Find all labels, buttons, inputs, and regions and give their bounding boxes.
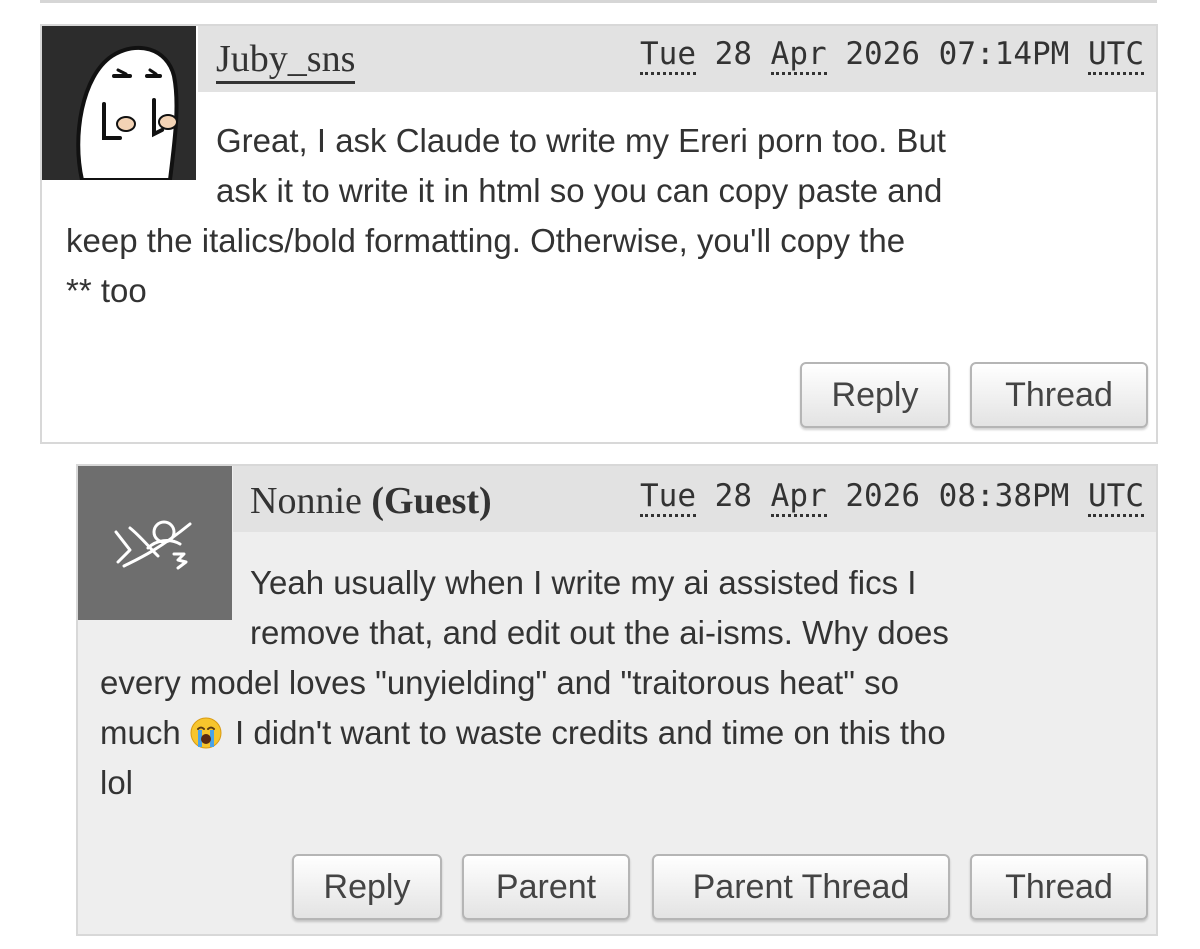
comment: Juby_sns Tue 28 Apr 2026 07:14PM UTC Gre…: [40, 24, 1158, 444]
comment: Nonnie (Guest) Tue 28 Apr 2026 08:38PM U…: [76, 464, 1158, 936]
comment-body-line: ask it to write it in html so you can co…: [216, 172, 943, 209]
comment-body: Yeah usually when I write my ai assisted…: [100, 558, 1150, 808]
timestamp-month: Apr: [770, 478, 827, 517]
comment-body-text: I didn't want to waste credits and time …: [235, 714, 946, 751]
parent-button[interactable]: Parent: [462, 854, 630, 920]
reply-button[interactable]: Reply: [292, 854, 442, 920]
timestamp-year: 2026: [845, 36, 920, 72]
timestamp-month: Apr: [770, 36, 827, 75]
timestamp-zone: UTC: [1088, 36, 1144, 75]
timestamp-day: 28: [714, 478, 752, 514]
timestamp: Tue 28 Apr 2026 07:14PM UTC: [640, 36, 1144, 75]
comment-body-line: Great, I ask Claude to write my Ereri po…: [216, 122, 946, 159]
comment-body-line: Yeah usually when I write my ai assisted…: [250, 564, 917, 601]
timestamp-weekday: Tue: [640, 36, 696, 75]
previous-comment-bottom-border: [40, 0, 1157, 3]
comment-body-line: ** too: [66, 272, 147, 309]
timestamp-time: 08:38PM: [938, 478, 1070, 514]
comment-body-line: lol: [100, 764, 134, 801]
timestamp-year: 2026: [845, 478, 920, 514]
timestamp-zone: UTC: [1088, 478, 1144, 517]
timestamp: Tue 28 Apr 2026 08:38PM UTC: [640, 478, 1144, 517]
username: Nonnie (Guest): [250, 480, 492, 522]
comment-body-line: remove that, and edit out the ai-isms. W…: [250, 614, 949, 651]
comment-body-line: every model loves "unyielding" and "trai…: [100, 664, 899, 701]
thread-button[interactable]: Thread: [970, 854, 1148, 920]
timestamp-weekday: Tue: [640, 478, 696, 517]
timestamp-time: 07:14PM: [938, 36, 1070, 72]
timestamp-day: 28: [714, 36, 752, 72]
username[interactable]: Juby_sns: [216, 38, 356, 84]
username-name: Nonnie: [250, 480, 362, 522]
loudly-crying-face-icon: [190, 717, 222, 749]
comment-body-text: much: [100, 714, 181, 751]
guest-label: (Guest): [371, 480, 492, 522]
comment-body: Great, I ask Claude to write my Ereri po…: [66, 116, 1136, 316]
reply-button[interactable]: Reply: [800, 362, 950, 428]
parent-thread-button[interactable]: Parent Thread: [652, 854, 950, 920]
comment-body-line: keep the italics/bold formatting. Otherw…: [66, 222, 906, 259]
thread-button[interactable]: Thread: [970, 362, 1148, 428]
comment-body-line: much I didn't want to waste credits and …: [100, 708, 1150, 758]
